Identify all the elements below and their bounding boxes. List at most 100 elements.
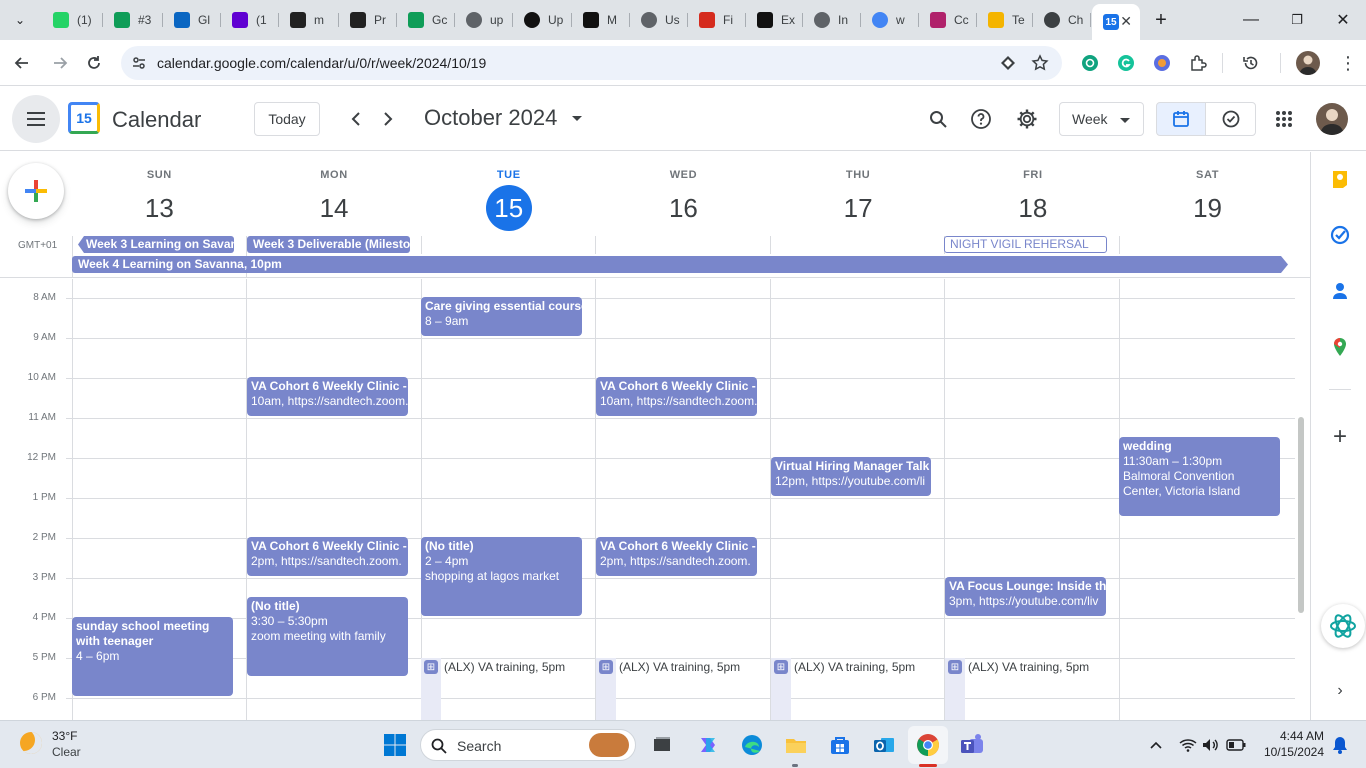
search-button[interactable] [926,107,950,131]
browser-tab[interactable]: (1 [221,6,279,34]
create-event-button[interactable] [8,163,64,219]
notification-bell-icon[interactable] [1328,733,1352,757]
allday-event[interactable]: Week 3 Deliverable (Milestor [247,236,410,253]
event-card[interactable]: Virtual Hiring Manager Talk S 12pm, http… [771,457,931,496]
event-card[interactable]: VA Cohort 6 Weekly Clinic - M 10am, http… [247,377,408,416]
event-card[interactable]: (No title) 3:30 – 5:30pm zoom meeting wi… [247,597,408,676]
previous-week-button[interactable] [344,107,368,131]
contacts-icon[interactable] [1329,280,1351,302]
address-bar[interactable]: calendar.google.com/calendar/u/0/r/week/… [121,46,1062,80]
volume-icon[interactable] [1199,733,1223,757]
taskbar-search-box[interactable]: Search [420,729,636,761]
new-tab-button[interactable]: + [1149,8,1173,32]
day-header-sat[interactable]: SAT 19 [1120,152,1295,231]
period-dropdown-icon[interactable] [572,116,582,121]
event-card[interactable]: VA Focus Lounge: Inside the 3pm, https:/… [945,577,1106,616]
grammarly-extension-icon[interactable] [1114,51,1138,75]
maximize-button[interactable]: ❐ [1285,8,1309,32]
google-apps-button[interactable] [1272,107,1296,131]
teams-icon[interactable] [960,733,984,757]
bookmark-star-icon[interactable] [1031,54,1049,72]
reload-button[interactable] [82,51,106,75]
outlook-icon[interactable] [872,733,896,757]
task-item[interactable]: ⊞ (ALX) VA training, 5pm [421,657,565,677]
day-number[interactable]: 13 [136,185,182,231]
gemini-assistant-icon[interactable] [1321,604,1365,648]
view-switcher-button[interactable]: Week [1059,102,1144,136]
browser-tab[interactable]: Gc [397,6,455,34]
tasks-icon[interactable] [1329,224,1351,246]
keep-icon[interactable] [1329,168,1351,190]
event-card[interactable]: VA Cohort 6 Weekly Clinic - M 2pm, https… [247,537,408,576]
calendar-logo[interactable]: 15 [68,102,100,134]
browser-tab[interactable]: Ch [1033,6,1091,34]
task-item[interactable]: ⊞ (ALX) VA training, 5pm [596,657,740,677]
extensions-puzzle-icon[interactable] [1186,51,1210,75]
grid-scrollbar[interactable] [1298,417,1304,613]
browser-tab[interactable]: Us [630,6,688,34]
browser-tab[interactable]: Ex [746,6,803,34]
browser-tab[interactable]: m [279,6,339,34]
copilot-icon[interactable] [696,733,720,757]
browser-tab[interactable]: Pr [339,6,397,34]
day-number[interactable]: 16 [660,185,706,231]
tasks-mode-toggle[interactable] [1205,102,1256,136]
allday-event[interactable]: NIGHT VIGIL REHERSAL [944,236,1107,253]
back-button[interactable] [10,51,34,75]
browser-tab[interactable]: up [455,6,513,34]
maps-icon[interactable] [1329,336,1351,358]
day-number[interactable]: 19 [1185,185,1231,231]
event-card[interactable]: VA Cohort 6 Weekly Clinic - F 10am, http… [596,377,757,416]
day-header-mon[interactable]: MON 14 [247,152,422,231]
expand-panel-icon[interactable]: › [1329,680,1351,702]
browser-tab[interactable]: Cc [919,6,977,34]
profile-avatar[interactable] [1296,51,1320,75]
store-icon[interactable] [828,733,852,757]
history-icon[interactable] [1239,51,1263,75]
browser-tab[interactable]: M [572,6,630,34]
minimize-button[interactable]: — [1239,8,1263,32]
main-menu-button[interactable] [12,95,60,143]
battery-icon[interactable] [1224,733,1248,757]
tab-search-button[interactable]: ⌄ [8,8,32,32]
day-number[interactable]: 18 [1010,185,1056,231]
chatgpt-extension-icon[interactable] [1078,51,1102,75]
wifi-icon[interactable] [1176,733,1200,757]
event-card[interactable]: wedding 11:30am – 1:30pm Balmoral Conven… [1119,437,1280,516]
browser-tab[interactable]: w [861,6,919,34]
event-card[interactable]: sunday school meeting with teenager 4 – … [72,617,233,696]
help-button[interactable] [969,107,993,131]
browser-tab[interactable]: Gl [163,6,221,34]
windows-start-button[interactable] [383,733,407,757]
current-period-title[interactable]: October 2024 [424,105,557,131]
day-header-wed[interactable]: WED 16 [596,152,771,231]
event-card[interactable]: Care giving essential course 8 – 9am [421,297,582,336]
clock-time[interactable]: 4:44 AM [1262,729,1324,743]
today-button[interactable]: Today [254,102,320,136]
day-number[interactable]: 14 [311,185,357,231]
day-header-thu[interactable]: THU 17 [771,152,946,231]
clock-date[interactable]: 10/15/2024 [1252,745,1324,759]
vpn-extension-icon[interactable] [1150,51,1174,75]
edge-browser-icon[interactable] [740,733,764,757]
weather-widget[interactable]: 33°F Clear [18,727,98,763]
browser-menu-icon[interactable]: ⋮ [1336,51,1360,75]
close-tab-icon[interactable]: ✕ [1120,13,1132,30]
account-avatar[interactable] [1316,103,1348,135]
task-view-icon[interactable] [650,733,674,757]
event-card[interactable]: (No title) 2 – 4pm shopping at lagos mar… [421,537,582,616]
day-header-tue[interactable]: TUE 15 [421,152,596,231]
extension-diamond-icon[interactable] [1000,55,1016,71]
forward-button[interactable] [48,51,72,75]
tab-calendar-active[interactable]: 15 ✕ [1092,4,1140,40]
day-header-fri[interactable]: FRI 18 [946,152,1121,231]
browser-tab[interactable]: #3 [103,6,163,34]
event-card[interactable]: VA Cohort 6 Weekly Clinic - S 2pm, https… [596,537,757,576]
close-window-button[interactable]: ✕ [1331,8,1355,32]
task-item[interactable]: ⊞ (ALX) VA training, 5pm [945,657,1089,677]
next-week-button[interactable] [376,107,400,131]
site-info-icon[interactable] [131,55,147,71]
file-explorer-icon[interactable] [784,733,808,757]
chrome-icon[interactable] [908,726,948,764]
calendar-mode-toggle[interactable] [1156,102,1206,136]
